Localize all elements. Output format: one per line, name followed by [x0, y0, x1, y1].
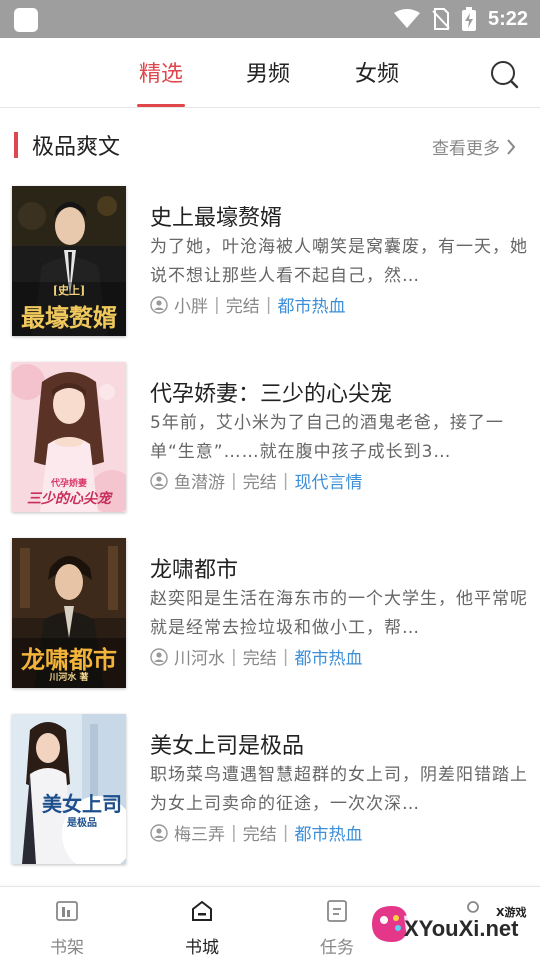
book-author: 川河水 — [174, 649, 225, 669]
top-tab-bar: 精选 男频 女频 — [0, 38, 540, 108]
book-description: 为了她，叶沧海被人嘲笑是窝囊废，有一天，她说不想让那些人看不起自己，然… — [150, 237, 528, 286]
book-description: 5年前，艾小米为了自己的酒鬼老爸，接了一单“生意”……就在腹中孩子成长到3… — [150, 413, 504, 462]
status-time: 5:22 — [487, 7, 528, 30]
book-meta: 小胖 | 完结 | 都市热血 — [150, 292, 345, 317]
meta-separator: | — [282, 470, 289, 491]
see-more-label: 查看更多 — [432, 139, 500, 159]
watermark-text: XYouXi.net — [404, 916, 519, 941]
book-author: 鱼潜游 — [174, 473, 225, 493]
cover-title: 三少的心尖宠 — [27, 491, 111, 507]
meta-separator: | — [265, 294, 272, 315]
bookshelf-icon — [56, 901, 78, 921]
book-cover[interactable]: 代孕娇妻 三少的心尖宠 — [12, 362, 126, 512]
tab-male[interactable]: 男频 — [246, 56, 290, 88]
book-meta: 川河水 | 完结 | 都市热血 — [150, 644, 362, 669]
author-icon — [150, 823, 168, 842]
book-cover[interactable]: 龙啸都市 川河水 著 — [12, 538, 126, 688]
nav-bookstore[interactable]: 书城 — [152, 887, 252, 960]
author-icon — [150, 471, 168, 490]
book-title[interactable]: 龙啸都市 — [150, 552, 238, 584]
nav-label: 书架 — [50, 938, 84, 958]
no-sim-icon — [432, 8, 450, 30]
book-genre[interactable]: 都市热血 — [294, 820, 362, 845]
cover-title: 最壕赘婿 — [21, 303, 117, 332]
book-item[interactable]: 美女上司 是极品 美女上司是极品 职场菜鸟遭遇智慧超群的女上司，阴差阳错踏上为女… — [0, 714, 540, 890]
author-icon — [150, 647, 168, 666]
book-status: 完结 — [242, 649, 277, 669]
meta-separator: | — [282, 646, 289, 667]
book-item[interactable]: [史上] 最壕赘婿 史上最壕赘婿 为了她，叶沧海被人嘲笑是窝囊废，有一天，她说不… — [0, 186, 540, 362]
book-title[interactable]: 代孕娇妻：三少的心尖宠 — [150, 376, 392, 408]
section-header: 极品爽文 查看更多 — [0, 110, 540, 180]
book-title[interactable]: 美女上司是极品 — [150, 728, 304, 760]
app-notification-icon — [14, 8, 38, 32]
meta-separator: | — [282, 822, 289, 843]
book-genre[interactable]: 都市热血 — [277, 292, 345, 317]
see-more-link[interactable]: 查看更多 — [432, 134, 516, 159]
section-title: 极品爽文 — [32, 135, 121, 160]
tab-featured[interactable]: 精选 — [139, 56, 183, 88]
nav-bookshelf[interactable]: 书架 — [17, 887, 117, 960]
cover-subtitle: [史上] — [52, 284, 86, 297]
book-meta: 梅三弄 | 完结 | 都市热血 — [150, 820, 362, 845]
battery-charging-icon — [461, 7, 476, 31]
book-item[interactable]: 代孕娇妻 三少的心尖宠 代孕娇妻：三少的心尖宠 5年前，艾小米为了自己的酒鬼老爸… — [0, 362, 540, 538]
cover-subtitle: 是极品 — [67, 818, 97, 829]
search-icon[interactable] — [490, 60, 520, 90]
bookstore-icon — [192, 900, 212, 921]
author-icon — [150, 295, 168, 314]
tab-female[interactable]: 女频 — [355, 56, 399, 88]
section-accent-bar — [14, 132, 18, 158]
book-cover[interactable]: [史上] 最壕赘婿 — [12, 186, 126, 336]
book-cover[interactable]: 美女上司 是极品 — [12, 714, 126, 864]
book-title[interactable]: 史上最壕赘婿 — [150, 200, 282, 232]
book-genre[interactable]: 都市热血 — [294, 644, 362, 669]
book-item[interactable]: 龙啸都市 川河水 著 龙啸都市 赵奕阳是生活在海东市的一个大学生，他平常呢就是经… — [0, 538, 540, 714]
meta-separator: | — [231, 470, 237, 491]
nav-label: 书城 — [185, 938, 219, 958]
book-status: 完结 — [225, 297, 260, 317]
chevron-right-icon — [507, 138, 516, 155]
tab-indicator — [137, 104, 185, 107]
cover-subtitle: 川河水 著 — [49, 673, 89, 683]
book-author: 梅三弄 — [174, 825, 225, 845]
book-description: 赵奕阳是生活在海东市的一个大学生，他平常呢就是经常去捡垃圾和做小工，帮… — [150, 589, 528, 638]
cover-title: 美女上司 — [42, 792, 122, 816]
book-genre[interactable]: 现代言情 — [294, 468, 362, 493]
book-description: 职场菜鸟遭遇智慧超群的女上司，阴差阳错踏上为女上司卖命的征途，一次次深… — [150, 765, 528, 814]
meta-separator: | — [231, 646, 237, 667]
book-author: 小胖 — [174, 297, 208, 317]
book-status: 完结 — [242, 825, 277, 845]
book-meta: 鱼潜游 | 完结 | 现代言情 — [150, 468, 362, 493]
book-status: 完结 — [242, 473, 277, 493]
meta-separator: | — [231, 822, 237, 843]
status-bar: 5:22 — [0, 0, 540, 38]
wifi-icon — [393, 9, 420, 28]
task-icon — [327, 900, 347, 922]
meta-separator: | — [214, 294, 220, 315]
